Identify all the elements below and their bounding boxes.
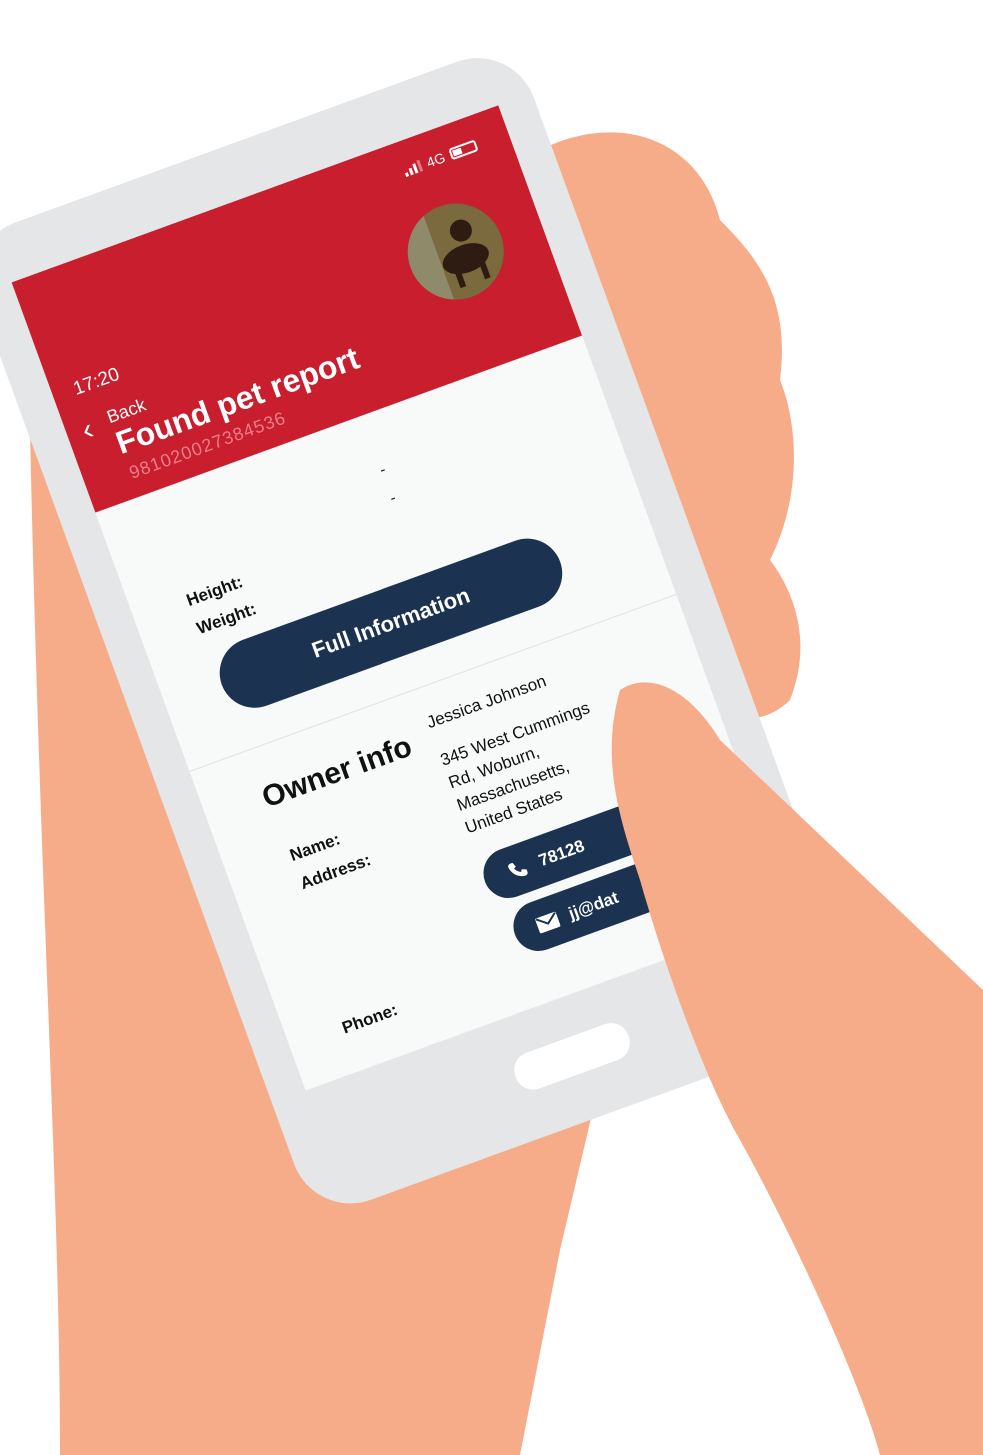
pointing-hand bbox=[611, 682, 983, 1455]
illustration-scene: 4G 17:20 ‹ Back Found pet report 9810200… bbox=[0, 0, 983, 1455]
